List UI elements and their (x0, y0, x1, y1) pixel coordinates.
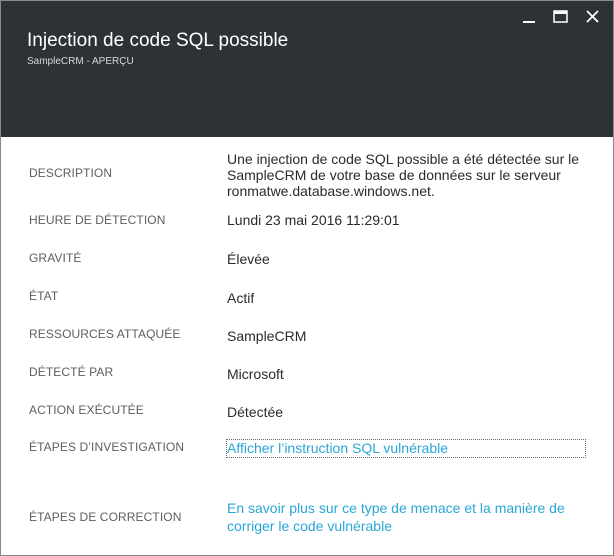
severity-value: Élevée (227, 251, 270, 267)
detection-time-label: HEURE DE DÉTECTION (29, 213, 166, 227)
attacked-resources-value: SampleCRM (227, 328, 307, 344)
description-label: DESCRIPTION (29, 166, 113, 180)
detected-by-label: DÉTECTÉ PAR (29, 365, 114, 379)
action-taken-value: Détectée (227, 404, 284, 420)
description-value: Une injection de code SQL possible a été… (227, 151, 580, 199)
close-icon (586, 10, 599, 23)
blade-header: Injection de code SQL possible SampleCRM… (1, 1, 613, 137)
blade-subtitle: SampleCRM - APERÇU (27, 56, 134, 67)
view-vulnerable-sql-link[interactable]: Afficher l’instruction SQL vulnérable (226, 439, 586, 458)
maximize-icon (553, 10, 568, 23)
window-controls (517, 1, 613, 33)
blade-title: Injection de code SQL possible (27, 30, 289, 51)
investigation-steps-label: ÉTAPES D’INVESTIGATION (29, 440, 185, 454)
minimize-button[interactable] (517, 1, 549, 33)
learn-more-remediation-link[interactable]: En savoir plus sur ce type de menace et … (227, 500, 565, 534)
maximize-button[interactable] (549, 1, 581, 33)
remediation-steps-label: ÉTAPES DE CORRECTION (29, 510, 182, 524)
detected-by-value: Microsoft (227, 366, 284, 382)
action-taken-label: ACTION EXÉCUTÉE (29, 403, 144, 417)
remediation-steps-value: En savoir plus sur ce type de menace et … (227, 499, 587, 535)
severity-label: GRAVITÉ (29, 251, 82, 265)
minimize-icon (523, 21, 535, 23)
alert-details: DESCRIPTION Une injection de code SQL po… (1, 137, 613, 555)
detection-time-value: Lundi 23 mai 2016 11:29:01 (227, 212, 400, 228)
close-button[interactable] (581, 1, 613, 33)
attacked-resources-label: RESSOURCES ATTAQUÉE (29, 327, 181, 341)
alert-blade: Injection de code SQL possible SampleCRM… (0, 0, 614, 556)
investigation-steps-value: Afficher l’instruction SQL vulnérable (226, 439, 597, 458)
state-value: Actif (227, 290, 255, 306)
state-label: ÉTAT (29, 289, 59, 303)
